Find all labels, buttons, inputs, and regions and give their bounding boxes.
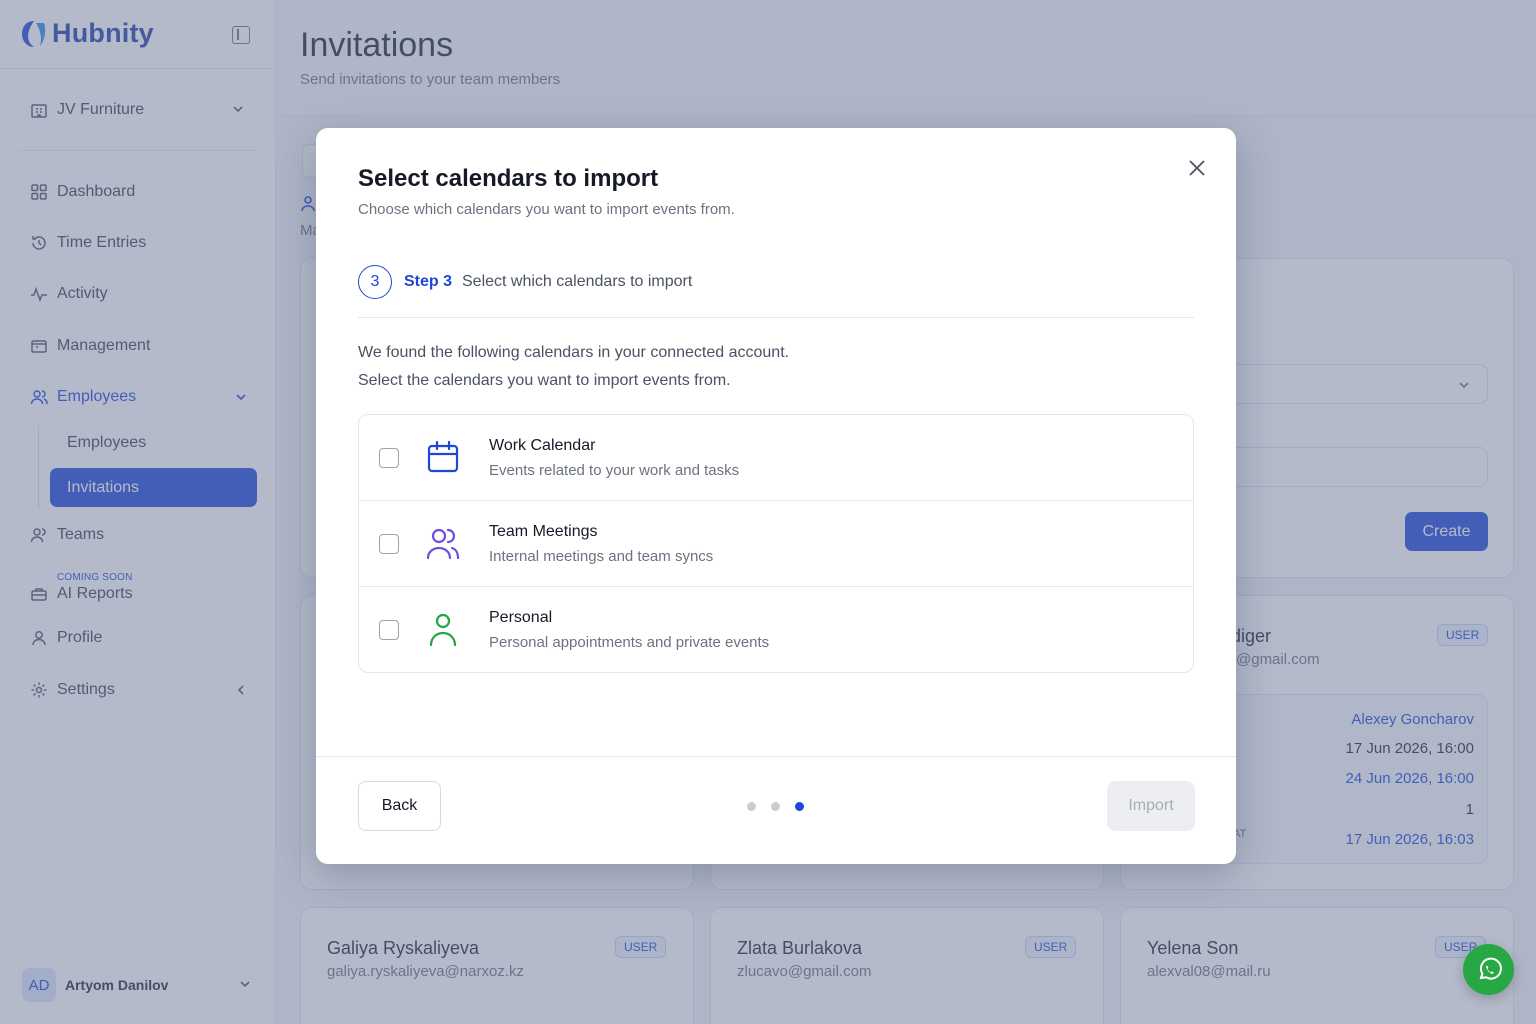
divider xyxy=(358,317,1194,318)
modal-subtitle: Choose which calendars you want to impor… xyxy=(358,201,735,218)
step-description: Select which calendars to import xyxy=(462,273,693,290)
team-meetings-checkbox[interactable] xyxy=(379,534,399,554)
import-calendars-modal: Select calendars to import Choose which … xyxy=(316,128,1236,864)
personal-checkbox[interactable] xyxy=(379,620,399,640)
calendar-name: Work Calendar xyxy=(489,437,596,454)
calendar-name: Personal xyxy=(489,609,553,626)
intro-text: We found the following calendars in your… xyxy=(358,344,790,361)
calendar-description: Events related to your work and tasks xyxy=(489,462,740,479)
calendar-option-work[interactable]: Work Calendar Events related to your wor… xyxy=(359,415,1193,501)
step-dot-2 xyxy=(771,802,780,811)
import-button[interactable]: Import xyxy=(1107,781,1195,831)
calendar-icon xyxy=(427,440,459,473)
step-number: 3 xyxy=(358,265,392,299)
modal-title: Select calendars to import xyxy=(358,165,659,192)
divider xyxy=(316,756,1236,757)
close-icon[interactable] xyxy=(1186,157,1208,179)
calendar-description: Personal appointments and private events xyxy=(489,634,770,651)
step-dot-3 xyxy=(795,802,804,811)
whatsapp-chat-button[interactable] xyxy=(1463,944,1514,995)
calendar-option-personal[interactable]: Personal Personal appointments and priva… xyxy=(359,587,1193,672)
calendar-list: Work Calendar Events related to your wor… xyxy=(358,414,1194,673)
calendar-description: Internal meetings and team syncs xyxy=(489,548,714,565)
work-calendar-checkbox[interactable] xyxy=(379,448,399,468)
whatsapp-icon xyxy=(1479,957,1502,980)
calendar-option-team[interactable]: Team Meetings Internal meetings and team… xyxy=(359,501,1193,587)
step-dot-1 xyxy=(747,802,756,811)
back-button[interactable]: Back xyxy=(358,781,441,831)
person-icon xyxy=(429,613,457,646)
step-label: Step 3 xyxy=(404,273,453,290)
team-icon xyxy=(426,528,460,560)
calendar-name: Team Meetings xyxy=(489,523,598,540)
intro-text: Select the calendars you want to import … xyxy=(358,372,731,389)
